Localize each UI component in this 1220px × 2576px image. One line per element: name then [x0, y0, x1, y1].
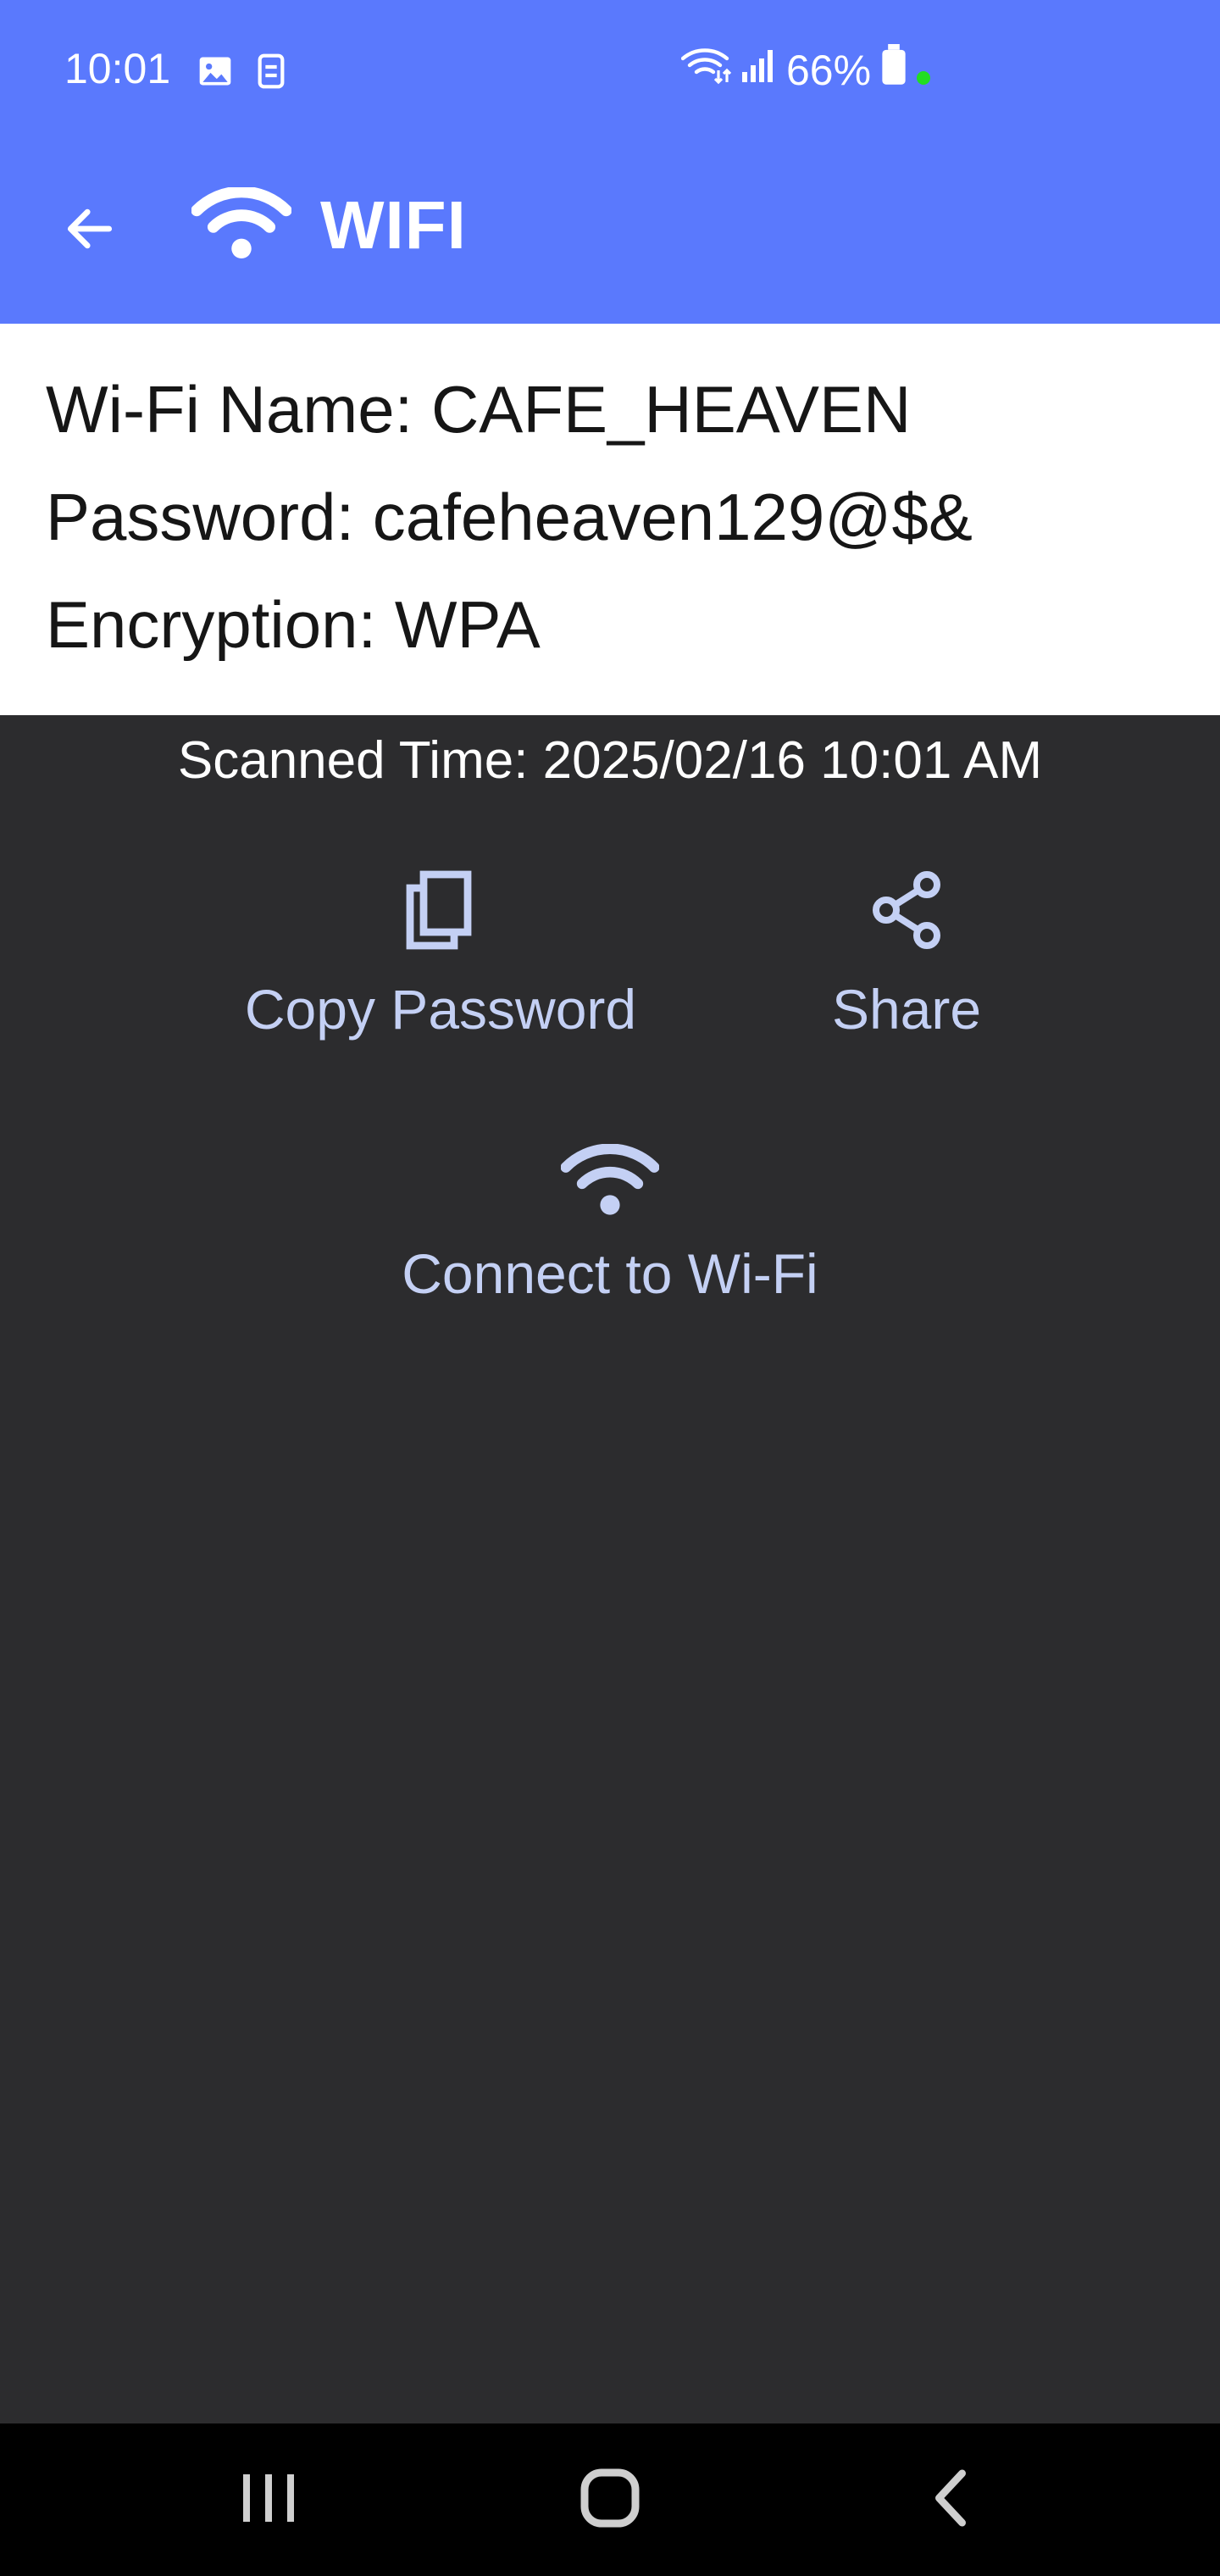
recents-icon	[240, 2471, 299, 2529]
app-bar: WIFI	[0, 144, 1220, 324]
status-time: 10:01	[64, 45, 171, 92]
system-nav-bar	[0, 2423, 1220, 2576]
connect-wifi-button[interactable]: Connect to Wi-Fi	[356, 1143, 864, 1306]
wifi-encryption-text: Encryption: WPA	[46, 587, 541, 662]
wifi-password-text: Password: cafeheaven129@$&	[46, 480, 973, 554]
wifi-icon	[191, 186, 292, 264]
wifi-info-card: Wi-Fi Name: CAFE_HEAVEN Password: cafehe…	[0, 324, 1220, 715]
copy-password-button[interactable]: Copy Password	[229, 868, 652, 1041]
wifi-name-text: Wi-Fi Name: CAFE_HEAVEN	[46, 372, 912, 447]
battery-icon	[879, 44, 908, 97]
privacy-indicator-dot	[917, 46, 931, 95]
status-notification-icons	[197, 53, 288, 94]
share-icon	[866, 868, 947, 965]
page-title: WIFI	[320, 187, 467, 263]
wifi-data-icon	[680, 46, 732, 95]
copy-password-label: Copy Password	[244, 978, 637, 1041]
signal-icon	[740, 46, 778, 95]
sync-icon	[254, 53, 288, 94]
home-icon	[580, 2468, 640, 2533]
home-button[interactable]	[559, 2457, 661, 2542]
back-icon	[930, 2468, 971, 2532]
back-button[interactable]	[54, 195, 125, 266]
image-icon	[197, 53, 234, 94]
share-button[interactable]: Share	[779, 868, 1034, 1041]
battery-percent: 66%	[786, 47, 872, 94]
connect-wifi-label: Connect to Wi-Fi	[402, 1242, 818, 1305]
scanned-time-text: Scanned Time: 2025/02/16 10:01 AM	[177, 731, 1043, 790]
status-bar: 10:01 66%	[0, 0, 1220, 144]
recents-button[interactable]	[219, 2457, 320, 2542]
nav-back-button[interactable]	[900, 2457, 1001, 2542]
app-title-group: WIFI	[191, 186, 467, 264]
wifi-icon	[560, 1143, 660, 1230]
copy-icon	[400, 868, 481, 965]
share-label: Share	[831, 978, 982, 1041]
status-right-group: 66%	[680, 44, 931, 97]
arrow-left-icon	[61, 200, 119, 262]
